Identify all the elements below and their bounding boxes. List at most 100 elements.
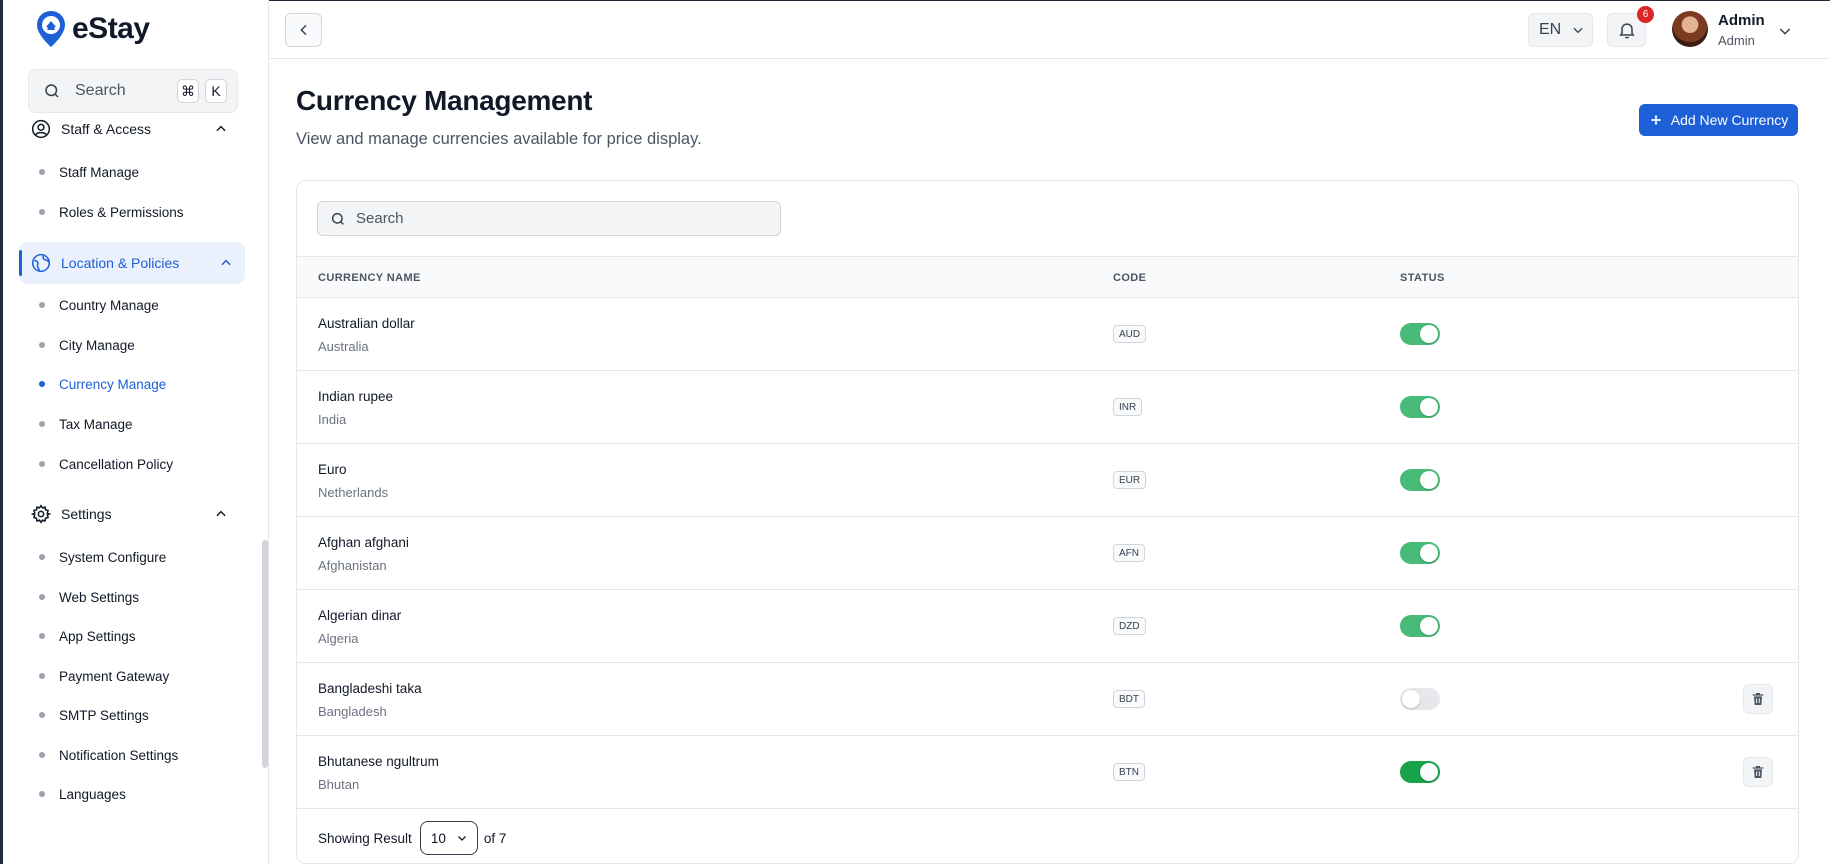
currency-name: Australian dollar [318,316,415,331]
sidebar-group-location-policies[interactable]: Location & Policies [19,242,245,284]
status-toggle[interactable] [1400,323,1440,345]
sidebar-item-web-settings[interactable]: Web Settings [39,587,139,607]
plus-icon [1651,115,1661,125]
sidebar-item-country-manage[interactable]: Country Manage [39,295,159,315]
sidebar-item-label: App Settings [59,628,136,644]
page-title: Currency Management [296,85,593,116]
chevron-up-icon [216,125,226,132]
sidebar-item-label: Web Settings [59,589,140,605]
sidebar-group-staff-access[interactable]: Staff & Access [31,113,238,145]
currency-name: Indian rupee [318,389,394,404]
shortcut-k-key: K [205,79,227,103]
bullet-dot [39,554,45,560]
table-search[interactable] [317,201,781,236]
currency-code-badge: EUR [1113,471,1147,489]
sidebar-item-app-settings[interactable]: App Settings [39,626,136,646]
user-role: Admin [1718,33,1755,48]
currency-name: Afghan afghani [318,535,409,550]
sidebar-item-label: Cancellation Policy [59,456,174,472]
currency-name: Bangladeshi taka [318,681,422,696]
sidebar-group-settings[interactable]: Settings [31,498,238,530]
currency-table-card: CURRENCY NAME CODE STATUS Australian dol… [296,180,1799,864]
logo-pin-icon [37,11,65,47]
total-results-label: of 7 [483,830,507,846]
status-toggle[interactable] [1400,469,1440,491]
bullet-dot [39,752,45,758]
sidebar-item-languages[interactable]: Languages [39,784,126,804]
bullet-dot [39,461,45,467]
sidebar-item-label: Payment Gateway [59,668,170,684]
status-toggle[interactable] [1400,761,1440,783]
chevron-down-icon [457,836,466,841]
topbar: EN 6 Admin Admin [269,0,1830,59]
column-header-code[interactable]: CODE [1113,272,1146,284]
sidebar-group-label: Settings [61,506,112,522]
notification-badge: 6 [1637,6,1654,23]
column-header-currency-name[interactable]: CURRENCY NAME [318,272,421,284]
currency-country: Netherlands [318,485,389,500]
currency-name: Algerian dinar [318,608,402,623]
language-value: EN [1539,21,1562,38]
globe-icon [31,253,51,273]
currency-code-badge: AFN [1113,544,1145,562]
table-row: Australian dollar Australia AUD [297,298,1798,371]
sidebar-item-city-manage[interactable]: City Manage [39,335,135,355]
sidebar-item-staff-manage[interactable]: Staff Manage [39,162,139,182]
sidebar-scrollbar[interactable] [262,540,268,768]
sidebar-item-label: Languages [59,786,126,802]
gear-icon [31,504,51,524]
status-toggle[interactable] [1400,688,1440,710]
page-size-select[interactable]: 10 [419,821,478,855]
bullet-dot [39,381,45,387]
chevron-up-icon [216,510,226,517]
status-toggle[interactable] [1400,396,1440,418]
back-button[interactable] [285,13,322,47]
trash-icon [1752,693,1764,705]
delete-button[interactable] [1743,684,1773,714]
sidebar-item-roles-permissions[interactable]: Roles & Permissions [39,202,184,222]
avatar[interactable] [1672,11,1708,47]
currency-code-badge: INR [1113,398,1143,416]
sidebar-item-notification-settings[interactable]: Notification Settings [39,745,178,765]
table-header: CURRENCY NAME CODE STATUS [297,256,1798,298]
table-row: Bhutanese ngultrum Bhutan BTN [297,736,1798,809]
bullet-dot [39,712,45,718]
sidebar-item-label: System Configure [59,549,167,565]
chevron-down-icon [1573,27,1583,34]
sidebar-item-payment-gateway[interactable]: Payment Gateway [39,666,169,686]
currency-code-badge: BTN [1113,763,1145,781]
sidebar-item-smtp-settings[interactable]: SMTP Settings [39,705,149,725]
bullet-dot [39,342,45,348]
logo[interactable]: eStay [36,10,150,48]
sidebar-group-label: Staff & Access [61,121,152,137]
table-search-input[interactable] [356,210,756,227]
bullet-dot [39,169,45,175]
sidebar-item-system-configure[interactable]: System Configure [39,547,166,567]
delete-button[interactable] [1743,757,1773,787]
bullet-dot [39,673,45,679]
sidebar-item-currency-manage[interactable]: Currency Manage [39,374,166,394]
chevron-down-icon[interactable] [1777,23,1793,39]
table-row: Algerian dinar Algeria DZD [297,590,1798,663]
add-new-currency-button[interactable]: Add New Currency [1639,104,1798,136]
user-circle-icon [31,119,51,139]
search-icon [331,212,344,225]
status-toggle[interactable] [1400,542,1440,564]
sidebar-item-cancellation-policy[interactable]: Cancellation Policy [39,454,173,474]
currency-code-badge: BDT [1113,690,1145,708]
trash-icon [1752,766,1764,778]
column-header-status[interactable]: STATUS [1400,272,1445,284]
sidebar-search[interactable]: Search ⌘ K [28,69,238,113]
sidebar-search-label: Search [75,82,126,99]
currency-name: Euro [318,462,347,477]
currency-country: Afghanistan [318,558,387,573]
language-select[interactable]: EN [1528,13,1593,47]
status-toggle[interactable] [1400,615,1440,637]
currency-code-badge: DZD [1113,617,1146,635]
sidebar-item-label: Tax Manage [59,416,133,432]
sidebar-item-tax-manage[interactable]: Tax Manage [39,414,133,434]
table-row: Indian rupee India INR [297,371,1798,444]
page-subtitle: View and manage currencies available for… [296,130,702,148]
sidebar-item-label: SMTP Settings [59,707,149,723]
user-name: Admin [1718,12,1765,29]
